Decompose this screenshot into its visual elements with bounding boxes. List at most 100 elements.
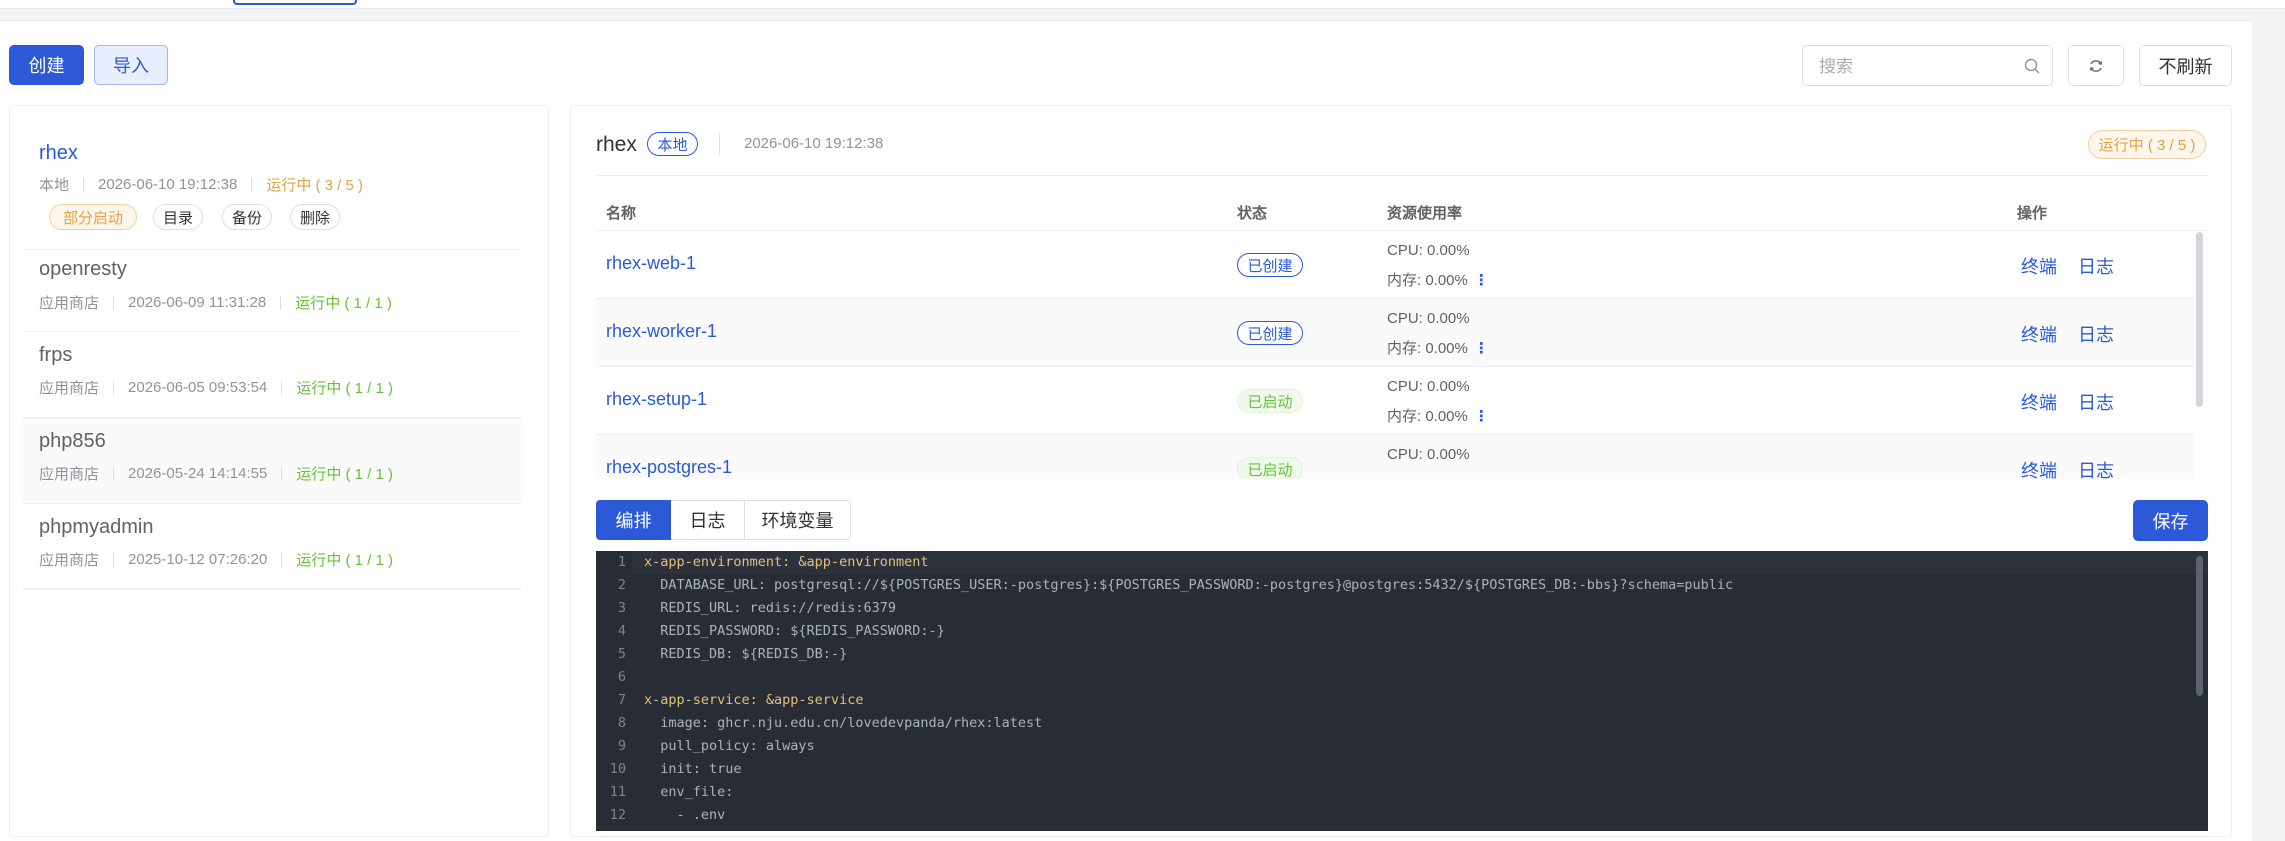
- state-tag: 已启动: [1237, 457, 1303, 479]
- tab-env[interactable]: 环境变量: [745, 500, 851, 540]
- search-input[interactable]: [1817, 55, 2021, 79]
- log-link[interactable]: 日志: [2078, 321, 2114, 347]
- table-row: rhex-setup-1 已启动 CPU: 0.00% 内存: 0.00% ⋮ 终…: [596, 367, 2194, 435]
- state-tag: 已创建: [1237, 253, 1303, 277]
- cpu-usage: CPU: 0.00%: [1387, 378, 1470, 395]
- app-source: 应用商店: [39, 466, 100, 483]
- code-text: REDIS_DB: ${REDIS_DB:-}: [644, 646, 848, 662]
- app-item-phpmyadmin[interactable]: phpmyadmin 应用商店 2025-10-12 07:26:20 运行中 …: [23, 504, 521, 590]
- app-meta: 应用商店 2026-05-24 14:14:55 运行中 ( 1 / 1 ): [39, 463, 393, 484]
- app-name[interactable]: phpmyadmin: [39, 516, 154, 539]
- code-text: DATABASE_URL: postgresql://${POSTGRES_US…: [644, 577, 1734, 593]
- no-refresh-select[interactable]: 不刷新: [2139, 45, 2232, 86]
- app-name[interactable]: rhex: [39, 142, 78, 165]
- terminal-link[interactable]: 终端: [2021, 389, 2057, 415]
- col-header-actions: 操作: [2017, 205, 2048, 222]
- compose-editor[interactable]: 1 x-app-environment: &app-environment 2 D…: [596, 551, 2208, 831]
- code-line: 1 x-app-environment: &app-environment: [617, 554, 929, 570]
- search-icon[interactable]: [2024, 58, 2040, 74]
- terminal-link[interactable]: 终端: [2021, 321, 2057, 347]
- mem-usage: 内存: 0.00% ⋮: [1387, 269, 1489, 290]
- app-meta: 应用商店 2025-10-12 07:26:20 运行中 ( 1 / 1 ): [39, 549, 393, 570]
- app-name[interactable]: openresty: [39, 258, 127, 281]
- table-row: rhex-postgres-1 已启动 CPU: 0.00% 终端 日志: [596, 435, 2194, 479]
- terminal-link[interactable]: 终端: [2021, 457, 2057, 479]
- divider: [719, 133, 720, 155]
- app-source: 应用商店: [39, 295, 100, 312]
- code-line: 5 REDIS_DB: ${REDIS_DB:-}: [617, 646, 848, 662]
- refresh-icon: [2089, 59, 2103, 72]
- more-icon[interactable]: ⋮: [1474, 272, 1489, 289]
- partial-start-button[interactable]: 部分启动: [49, 204, 137, 230]
- code-line: 8 image: ghcr.nju.edu.cn/lovedevpanda/rh…: [617, 715, 1043, 731]
- table-scrollbar[interactable]: [2196, 232, 2203, 407]
- app-time: 2026-05-24 14:14:55: [128, 465, 268, 482]
- app-source: 应用商店: [39, 552, 100, 569]
- import-button[interactable]: 导入: [94, 45, 168, 85]
- tab-logs[interactable]: 日志: [671, 500, 745, 540]
- col-header-usage: 资源使用率: [1387, 205, 1463, 222]
- detail-status-badge: 运行中 ( 3 / 5 ): [2088, 130, 2206, 159]
- backup-button[interactable]: 备份: [222, 204, 272, 230]
- detail-tabs: 编排 日志 环境变量: [596, 500, 851, 540]
- code-line: 10 init: true: [609, 761, 742, 777]
- app-meta: 应用商店 2026-06-09 11:31:28 运行中 ( 1 / 1 ): [39, 292, 392, 313]
- code-text: REDIS_PASSWORD: ${REDIS_PASSWORD:-}: [644, 623, 945, 639]
- mem-label: 内存: 0.00%: [1387, 272, 1468, 289]
- container-name[interactable]: rhex-web-1: [606, 253, 696, 274]
- cpu-usage: CPU: 0.00%: [1387, 310, 1470, 327]
- app-time: 2026-06-05 09:53:54: [128, 379, 268, 396]
- code-text: REDIS_URL: redis://redis:6379: [644, 600, 896, 616]
- container-table: 名称 状态 资源使用率 操作 rhex-web-1 已创建 CPU: 0.00%…: [596, 192, 2208, 479]
- app-time: 2025-10-12 07:26:20: [128, 551, 268, 568]
- container-name[interactable]: rhex-worker-1: [606, 321, 717, 342]
- app-item-openresty[interactable]: openresty 应用商店 2026-06-09 11:31:28 运行中 (…: [23, 250, 521, 332]
- table-row: rhex-worker-1 已创建 CPU: 0.00% 内存: 0.00% ⋮ …: [596, 299, 2194, 367]
- code-line: 7 x-app-service: &app-service: [617, 692, 864, 708]
- mem-usage: 内存: 0.00% ⋮: [1387, 405, 1489, 426]
- code-line: 2 DATABASE_URL: postgresql://${POSTGRES_…: [617, 577, 1734, 593]
- code-text: image: ghcr.nju.edu.cn/lovedevpanda/rhex…: [644, 715, 1043, 731]
- app-meta: 本地 2026-06-10 19:12:38 运行中 ( 3 / 5 ): [39, 174, 363, 195]
- save-button[interactable]: 保存: [2133, 500, 2208, 541]
- app-name[interactable]: frps: [39, 344, 72, 367]
- code-text: x-app-service: &app-service: [644, 692, 864, 708]
- search-box[interactable]: [1802, 45, 2053, 86]
- col-header-state: 状态: [1237, 205, 1268, 222]
- active-tab-indicator[interactable]: [233, 0, 357, 5]
- directory-button[interactable]: 目录: [153, 204, 203, 230]
- tab-compose[interactable]: 编排: [596, 500, 671, 540]
- app-status: 运行中 ( 1 / 1 ): [296, 552, 393, 569]
- mem-label: 内存: 0.00%: [1387, 408, 1468, 425]
- create-button[interactable]: 创建: [9, 45, 84, 85]
- detail-time: 2026-06-10 19:12:38: [744, 135, 884, 152]
- editor-scrollbar[interactable]: [2196, 556, 2203, 696]
- app-status: 运行中 ( 1 / 1 ): [295, 295, 392, 312]
- cpu-usage: CPU: 0.00%: [1387, 446, 1470, 463]
- app-item-php856[interactable]: php856 应用商店 2026-05-24 14:14:55 运行中 ( 1 …: [23, 418, 521, 504]
- terminal-link[interactable]: 终端: [2021, 253, 2057, 279]
- app-item-frps[interactable]: frps 应用商店 2026-06-05 09:53:54 运行中 ( 1 / …: [23, 332, 521, 418]
- more-icon[interactable]: ⋮: [1474, 408, 1489, 425]
- log-link[interactable]: 日志: [2078, 457, 2114, 479]
- app-meta: 应用商店 2026-06-05 09:53:54 运行中 ( 1 / 1 ): [39, 377, 393, 398]
- container-name[interactable]: rhex-setup-1: [606, 389, 707, 410]
- app-item-rhex[interactable]: rhex 本地 2026-06-10 19:12:38 运行中 ( 3 / 5 …: [23, 132, 521, 250]
- source-tag: 本地: [647, 132, 698, 156]
- log-link[interactable]: 日志: [2078, 253, 2114, 279]
- refresh-button[interactable]: [2068, 45, 2124, 86]
- log-link[interactable]: 日志: [2078, 389, 2114, 415]
- app-name[interactable]: php856: [39, 430, 106, 453]
- code-text: init: true: [644, 761, 742, 777]
- detail-title: rhex: [596, 133, 637, 156]
- app-time: 2026-06-09 11:31:28: [128, 294, 267, 311]
- more-icon[interactable]: ⋮: [1474, 340, 1489, 357]
- code-text: x-app-environment: &app-environment: [644, 554, 929, 570]
- delete-button[interactable]: 删除: [290, 204, 340, 230]
- code-text: - .env: [644, 807, 726, 823]
- container-name[interactable]: rhex-postgres-1: [606, 457, 732, 478]
- code-text: env_file:: [644, 784, 734, 800]
- app-status: 运行中 ( 3 / 5 ): [266, 177, 363, 194]
- app-source: 本地: [39, 177, 70, 194]
- state-tag: 已启动: [1237, 389, 1303, 413]
